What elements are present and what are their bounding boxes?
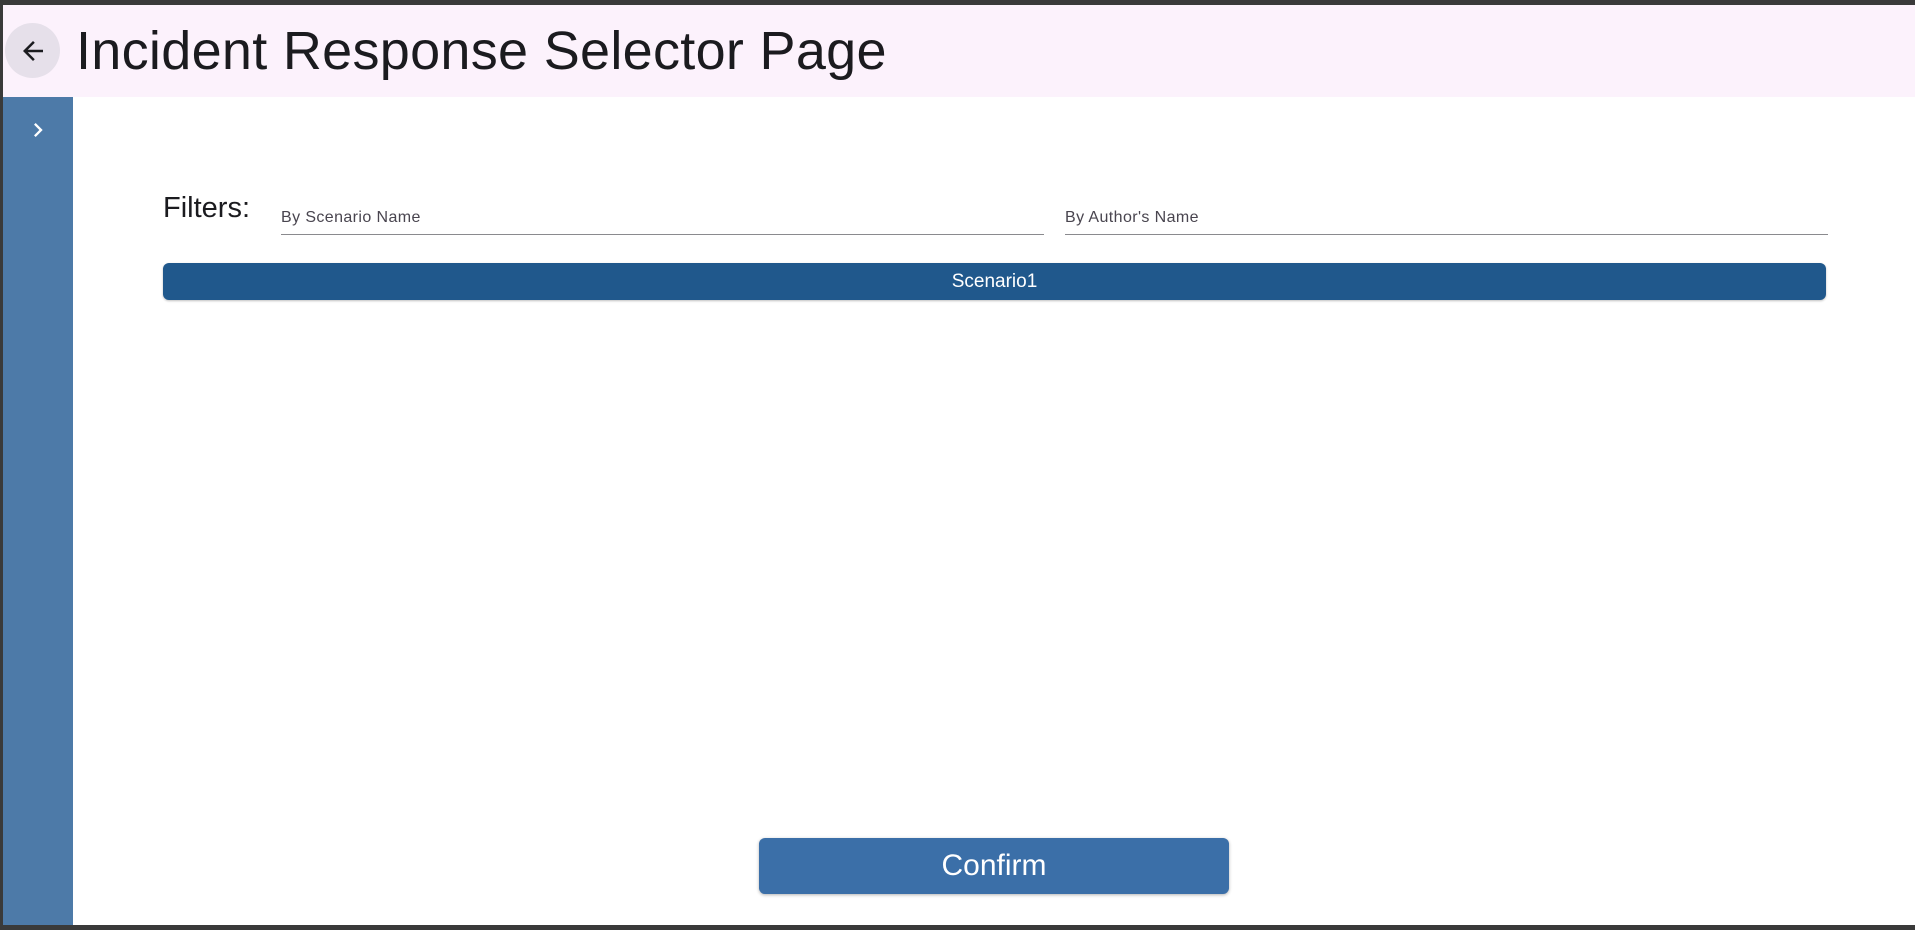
- page-title: Incident Response Selector Page: [76, 21, 887, 81]
- filters-row: Filters:: [163, 180, 1828, 240]
- author-name-filter-field: [1065, 190, 1828, 240]
- back-button[interactable]: [5, 23, 60, 78]
- filters-label: Filters:: [163, 192, 250, 224]
- app-window: Incident Response Selector Page Filters:…: [3, 5, 1915, 925]
- confirm-button-label: Confirm: [941, 849, 1047, 882]
- sidebar: [3, 97, 73, 925]
- scenario-item-label: Scenario1: [951, 270, 1038, 292]
- chevron-right-icon: [24, 116, 52, 144]
- sidebar-expand-button[interactable]: [21, 113, 55, 147]
- confirm-button[interactable]: Confirm: [759, 838, 1229, 894]
- arrow-left-icon: [18, 36, 48, 66]
- scenario-name-filter-field: [281, 190, 1044, 240]
- scenario-name-filter-input[interactable]: [281, 190, 1044, 240]
- app-bar: Incident Response Selector Page: [3, 5, 1915, 97]
- author-name-filter-input[interactable]: [1065, 190, 1828, 240]
- scenario-list-item[interactable]: Scenario1: [163, 263, 1826, 300]
- scenario-list: Scenario1: [163, 263, 1826, 300]
